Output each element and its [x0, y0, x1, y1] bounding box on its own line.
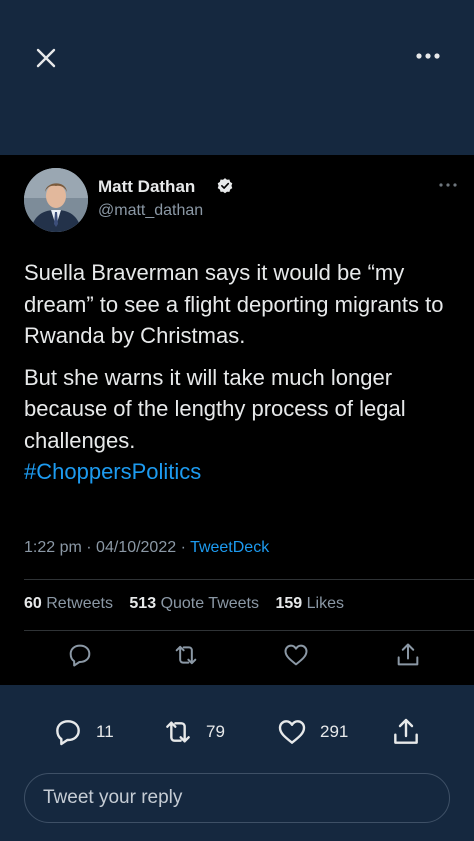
- share-icon: [394, 718, 418, 744]
- tweet-source-link[interactable]: TweetDeck: [190, 539, 269, 556]
- tweet-date: 04/10/2022: [96, 539, 177, 556]
- reply-input[interactable]: Tweet your reply: [24, 773, 450, 823]
- author-handle[interactable]: @matt_dathan: [98, 202, 203, 220]
- author-name[interactable]: Matt Dathan: [98, 177, 195, 197]
- more-options-button[interactable]: [410, 42, 446, 70]
- tweet-stats: 60 Retweets 513 Quote Tweets 159 Likes: [24, 595, 344, 613]
- close-icon: [36, 48, 56, 68]
- top-bar: [0, 0, 474, 155]
- tweet-timestamp: 1:22 pm · 04/10/2022 · TweetDeck: [24, 539, 269, 557]
- quote-tweets-label: Quote Tweets: [160, 595, 259, 612]
- reply-count: 11: [96, 722, 114, 741]
- meta-separator-2: ·: [180, 539, 186, 556]
- tweet-card: Matt Dathan @matt_dathan Suella Braverma…: [0, 155, 474, 685]
- tweet-paragraph-2-text: But she warns it will take much longer b…: [24, 364, 406, 453]
- divider: [24, 630, 474, 631]
- likes-label: Likes: [306, 595, 344, 612]
- more-horizontal-icon: [416, 53, 440, 59]
- share-icon[interactable]: [394, 641, 422, 669]
- tweet-more-icon[interactable]: [436, 177, 460, 193]
- retweet-icon[interactable]: [172, 641, 200, 669]
- reply-button[interactable]: 11: [52, 715, 114, 749]
- retweets-label: Retweets: [46, 595, 113, 612]
- close-button[interactable]: [28, 40, 64, 76]
- quote-tweets-count: 513: [129, 595, 157, 612]
- like-count: 291: [320, 722, 349, 741]
- like-icon: [278, 720, 306, 744]
- tweet-action-bar: [0, 641, 474, 671]
- quote-tweets-stat[interactable]: 513 Quote Tweets: [129, 595, 259, 612]
- share-button[interactable]: [390, 715, 422, 749]
- meta-separator-1: ·: [86, 539, 92, 556]
- avatar[interactable]: [24, 168, 88, 232]
- likes-count: 159: [275, 595, 303, 612]
- tweet-time: 1:22 pm: [24, 539, 82, 556]
- retweet-button[interactable]: 79: [162, 715, 225, 749]
- reply-icon: [56, 720, 80, 746]
- tweet-paragraph-2: But she warns it will take much longer b…: [24, 362, 464, 488]
- verified-badge-icon: [217, 178, 233, 194]
- likes-stat[interactable]: 159 Likes: [275, 595, 344, 612]
- tweet-paragraph-1: Suella Braverman says it would be “my dr…: [24, 260, 444, 348]
- bottom-bar: 11 79 291 Tweet your reply: [0, 685, 474, 841]
- like-button[interactable]: 291: [276, 715, 348, 749]
- like-icon[interactable]: [282, 641, 310, 669]
- retweets-stat[interactable]: 60 Retweets: [24, 595, 113, 612]
- retweet-count: 79: [206, 722, 225, 741]
- divider: [24, 579, 474, 580]
- hashtag-link[interactable]: #ChoppersPolitics: [24, 456, 464, 488]
- retweet-icon: [166, 721, 190, 743]
- tweet-text: Suella Braverman says it would be “my dr…: [24, 257, 464, 498]
- reply-placeholder: Tweet your reply: [43, 787, 183, 808]
- retweets-count: 60: [24, 595, 42, 612]
- reply-icon[interactable]: [66, 641, 94, 669]
